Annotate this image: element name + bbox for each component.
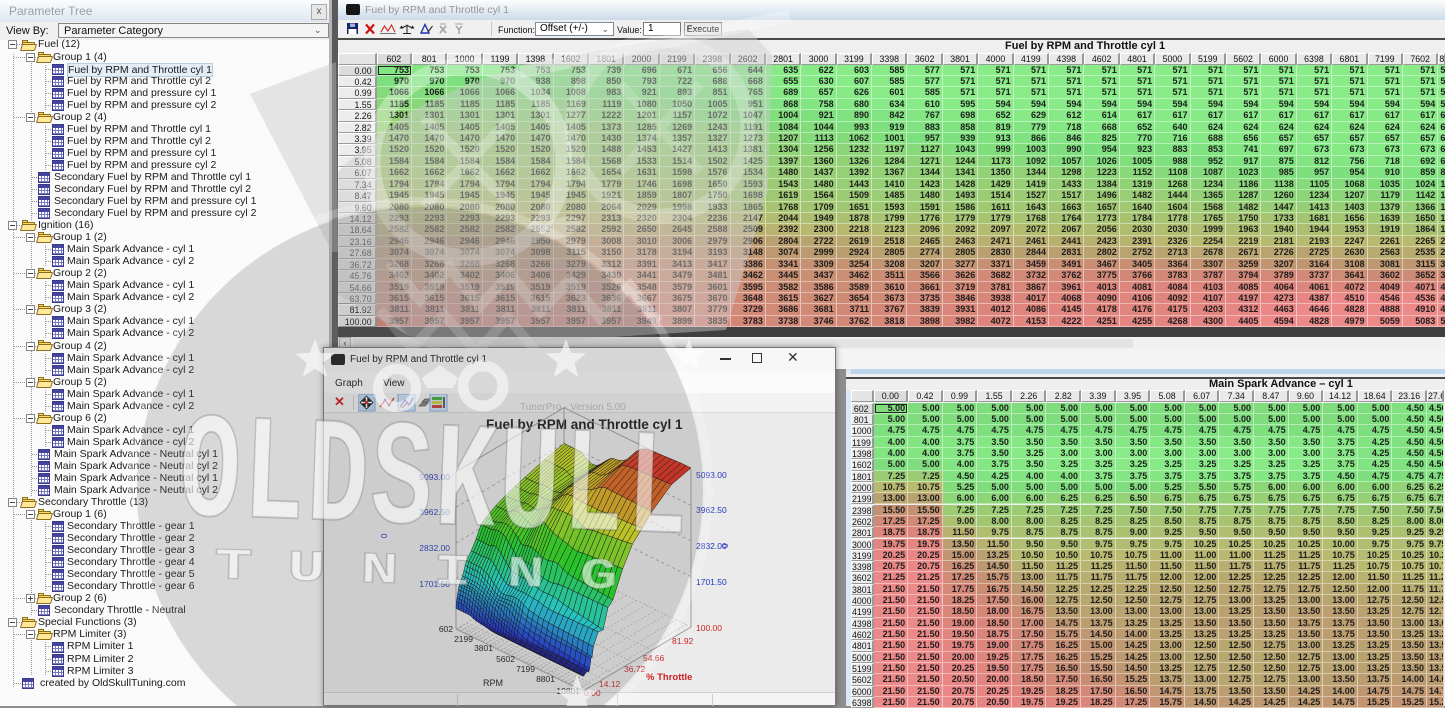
svg-text:% Throttle: % Throttle xyxy=(646,672,692,683)
svg-text:3962.50: 3962.50 xyxy=(696,505,727,515)
svg-text:5093.00: 5093.00 xyxy=(419,472,450,482)
svg-text:8801: 8801 xyxy=(536,674,555,684)
svg-text:10801: 10801 xyxy=(556,686,580,696)
svg-text:1701.50: 1701.50 xyxy=(696,577,727,587)
svg-text:3801: 3801 xyxy=(474,643,493,653)
svg-text:3962.50: 3962.50 xyxy=(419,507,450,517)
svg-text:602: 602 xyxy=(439,624,453,634)
svg-text:RPM: RPM xyxy=(483,678,503,688)
svg-text:36.72: 36.72 xyxy=(624,664,646,674)
svg-text:14.12: 14.12 xyxy=(599,679,621,689)
svg-text:100.00: 100.00 xyxy=(696,623,722,633)
svg-text:0: 0 xyxy=(721,543,730,548)
svg-text:54.66: 54.66 xyxy=(643,653,665,663)
svg-text:5093.00: 5093.00 xyxy=(696,470,727,480)
svg-text:81.92: 81.92 xyxy=(672,636,694,646)
svg-text:5602: 5602 xyxy=(496,654,515,664)
svg-text:0: 0 xyxy=(380,533,389,538)
svg-text:0.00: 0.00 xyxy=(584,688,601,698)
svg-text:2832.00: 2832.00 xyxy=(419,543,450,553)
svg-text:2199: 2199 xyxy=(454,634,473,644)
svg-text:7199: 7199 xyxy=(516,664,535,674)
svg-text:1701.50: 1701.50 xyxy=(419,579,450,589)
